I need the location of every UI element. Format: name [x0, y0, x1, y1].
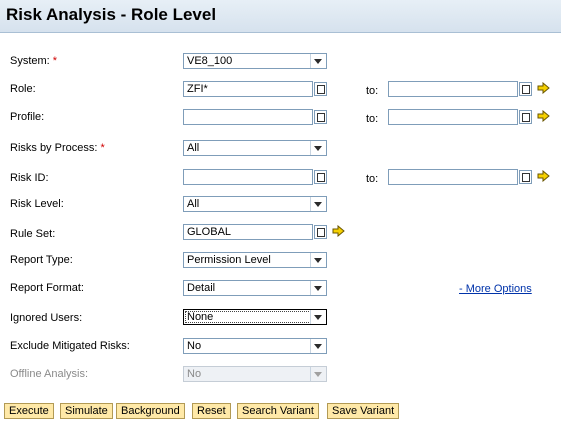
chevron-down-icon[interactable] [310, 339, 326, 353]
more-options-link[interactable]: - More Options [459, 283, 532, 295]
offline-analysis-select: No [183, 366, 327, 382]
risk-level-select[interactable]: All [183, 196, 327, 212]
save-variant-button[interactable]: Save Variant [327, 403, 400, 419]
value-help-icon[interactable] [314, 170, 327, 184]
system-label: System: * [10, 55, 58, 67]
report-type-select[interactable]: Permission Level [183, 252, 327, 268]
profile-input[interactable] [183, 109, 313, 125]
report-format-label: Report Format: [10, 282, 84, 294]
risk-id-label: Risk ID: [10, 172, 49, 184]
report-format-select[interactable]: Detail [183, 280, 327, 296]
role-value: ZFI* [187, 83, 208, 95]
chevron-down-icon[interactable] [310, 54, 326, 68]
value-help-icon[interactable] [519, 170, 532, 184]
page-header: Risk Analysis - Role Level [0, 0, 561, 33]
chevron-down-icon[interactable] [310, 253, 326, 267]
simulate-button[interactable]: Simulate [60, 403, 113, 419]
role-label: Role: [10, 83, 36, 95]
role-to-input[interactable] [388, 81, 518, 97]
reset-button[interactable]: Reset [192, 403, 231, 419]
multiple-selection-arrow-icon[interactable] [332, 225, 345, 237]
required-marker: * [100, 142, 105, 154]
value-help-icon[interactable] [519, 82, 532, 96]
rule-set-label: Rule Set: [10, 228, 56, 240]
offline-analysis-label: Offline Analysis: [10, 368, 89, 380]
value-help-icon[interactable] [314, 82, 327, 96]
search-variant-button[interactable]: Search Variant [237, 403, 319, 419]
chevron-down-icon[interactable] [310, 310, 326, 324]
role-to-label: to: [366, 85, 379, 97]
ignored-users-select[interactable]: None [183, 309, 327, 325]
multiple-selection-arrow-icon[interactable] [537, 170, 550, 182]
risk-id-input[interactable] [183, 169, 313, 185]
multiple-selection-arrow-icon[interactable] [537, 82, 550, 94]
profile-to-label: to: [366, 113, 379, 125]
exclude-mitigated-label: Exclude Mitigated Risks: [10, 340, 130, 352]
system-value: VE8_100 [187, 55, 233, 67]
system-select[interactable]: VE8_100 [183, 53, 327, 69]
page-title: Risk Analysis - Role Level [6, 5, 217, 24]
required-marker: * [52, 55, 58, 67]
rule-set-input[interactable]: GLOBAL [183, 224, 313, 240]
report-type-label: Report Type: [10, 254, 73, 266]
risk-level-label: Risk Level: [10, 198, 64, 210]
profile-label: Profile: [10, 111, 45, 123]
chevron-down-icon[interactable] [310, 197, 326, 211]
multiple-selection-arrow-icon[interactable] [537, 110, 550, 122]
chevron-down-icon[interactable] [310, 141, 326, 155]
background-button[interactable]: Background [116, 403, 185, 419]
ignored-users-label: Ignored Users: [10, 312, 83, 324]
value-help-icon[interactable] [314, 225, 327, 239]
chevron-down-icon[interactable] [310, 281, 326, 295]
role-input[interactable]: ZFI* [183, 81, 313, 97]
chevron-down-icon [310, 367, 326, 381]
risks-by-process-select[interactable]: All [183, 140, 327, 156]
execute-button[interactable]: Execute [4, 403, 54, 419]
exclude-mitigated-select[interactable]: No [183, 338, 327, 354]
value-help-icon[interactable] [519, 110, 532, 124]
risks-by-process-label: Risks by Process: * [10, 142, 105, 154]
risk-id-to-input[interactable] [388, 169, 518, 185]
value-help-icon[interactable] [314, 110, 327, 124]
profile-to-input[interactable] [388, 109, 518, 125]
risk-id-to-label: to: [366, 173, 379, 185]
